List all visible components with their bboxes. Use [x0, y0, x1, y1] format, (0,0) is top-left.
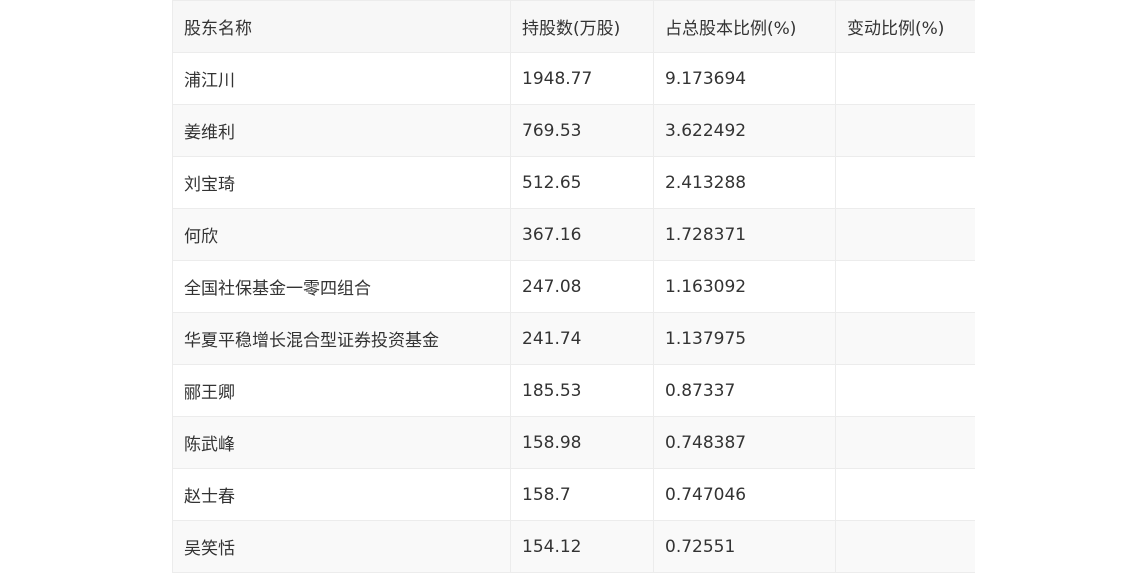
cell-shareholder-name: 何欣 — [172, 208, 511, 261]
cell-shareholder-name: 浦江川 — [172, 52, 511, 105]
cell-shareholder-name: 全国社保基金一零四组合 — [172, 260, 511, 313]
cell-share-ratio: 0.748387 — [653, 416, 836, 469]
cell-change-ratio — [835, 52, 975, 105]
cell-change-ratio — [835, 416, 975, 469]
cell-share-ratio: 1.137975 — [653, 312, 836, 365]
cell-shares-held: 158.7 — [510, 468, 654, 521]
cell-share-ratio: 0.72551 — [653, 520, 836, 573]
cell-share-ratio: 0.87337 — [653, 364, 836, 417]
cell-change-ratio — [835, 260, 975, 313]
cell-change-ratio — [835, 208, 975, 261]
table-row: 陈武峰 158.98 0.748387 — [172, 416, 975, 469]
cell-share-ratio: 3.622492 — [653, 104, 836, 157]
cell-change-ratio — [835, 364, 975, 417]
header-share-ratio: 占总股本比例(%) — [653, 0, 836, 53]
cell-shares-held: 769.53 — [510, 104, 654, 157]
cell-change-ratio — [835, 156, 975, 209]
cell-shares-held: 158.98 — [510, 416, 654, 469]
table-header-row: 股东名称 持股数(万股) 占总股本比例(%) 变动比例(%) — [172, 0, 975, 53]
cell-shareholder-name: 刘宝琦 — [172, 156, 511, 209]
cell-shareholder-name: 华夏平稳增长混合型证券投资基金 — [172, 312, 511, 365]
table-row: 刘宝琦 512.65 2.413288 — [172, 156, 975, 209]
cell-shares-held: 1948.77 — [510, 52, 654, 105]
header-change-ratio: 变动比例(%) — [835, 0, 975, 53]
cell-shares-held: 241.74 — [510, 312, 654, 365]
cell-change-ratio — [835, 520, 975, 573]
cell-share-ratio: 2.413288 — [653, 156, 836, 209]
cell-share-ratio: 0.747046 — [653, 468, 836, 521]
shareholder-table-container: 股东名称 持股数(万股) 占总股本比例(%) 变动比例(%) 浦江川 1948.… — [172, 0, 975, 576]
shareholder-table: 股东名称 持股数(万股) 占总股本比例(%) 变动比例(%) 浦江川 1948.… — [172, 0, 975, 573]
cell-shareholder-name: 姜维利 — [172, 104, 511, 157]
header-shareholder-name: 股东名称 — [172, 0, 511, 53]
cell-shareholder-name: 吴笑恬 — [172, 520, 511, 573]
cell-share-ratio: 9.173694 — [653, 52, 836, 105]
table-row: 郦王卿 185.53 0.87337 — [172, 364, 975, 417]
table-row: 吴笑恬 154.12 0.72551 — [172, 520, 975, 573]
cell-share-ratio: 1.163092 — [653, 260, 836, 313]
cell-share-ratio: 1.728371 — [653, 208, 836, 261]
cell-change-ratio — [835, 104, 975, 157]
cell-change-ratio — [835, 312, 975, 365]
table-row: 姜维利 769.53 3.622492 — [172, 104, 975, 157]
table-row: 浦江川 1948.77 9.173694 — [172, 52, 975, 105]
cell-shareholder-name: 赵士春 — [172, 468, 511, 521]
cell-shares-held: 185.53 — [510, 364, 654, 417]
table-row: 何欣 367.16 1.728371 — [172, 208, 975, 261]
cell-shares-held: 512.65 — [510, 156, 654, 209]
table-row: 华夏平稳增长混合型证券投资基金 241.74 1.137975 — [172, 312, 975, 365]
cell-shares-held: 154.12 — [510, 520, 654, 573]
cell-shares-held: 247.08 — [510, 260, 654, 313]
header-shares-held: 持股数(万股) — [510, 0, 654, 53]
table-row: 赵士春 158.7 0.747046 — [172, 468, 975, 521]
cell-change-ratio — [835, 468, 975, 521]
cell-shares-held: 367.16 — [510, 208, 654, 261]
cell-shareholder-name: 陈武峰 — [172, 416, 511, 469]
cell-shareholder-name: 郦王卿 — [172, 364, 511, 417]
table-row: 全国社保基金一零四组合 247.08 1.163092 — [172, 260, 975, 313]
